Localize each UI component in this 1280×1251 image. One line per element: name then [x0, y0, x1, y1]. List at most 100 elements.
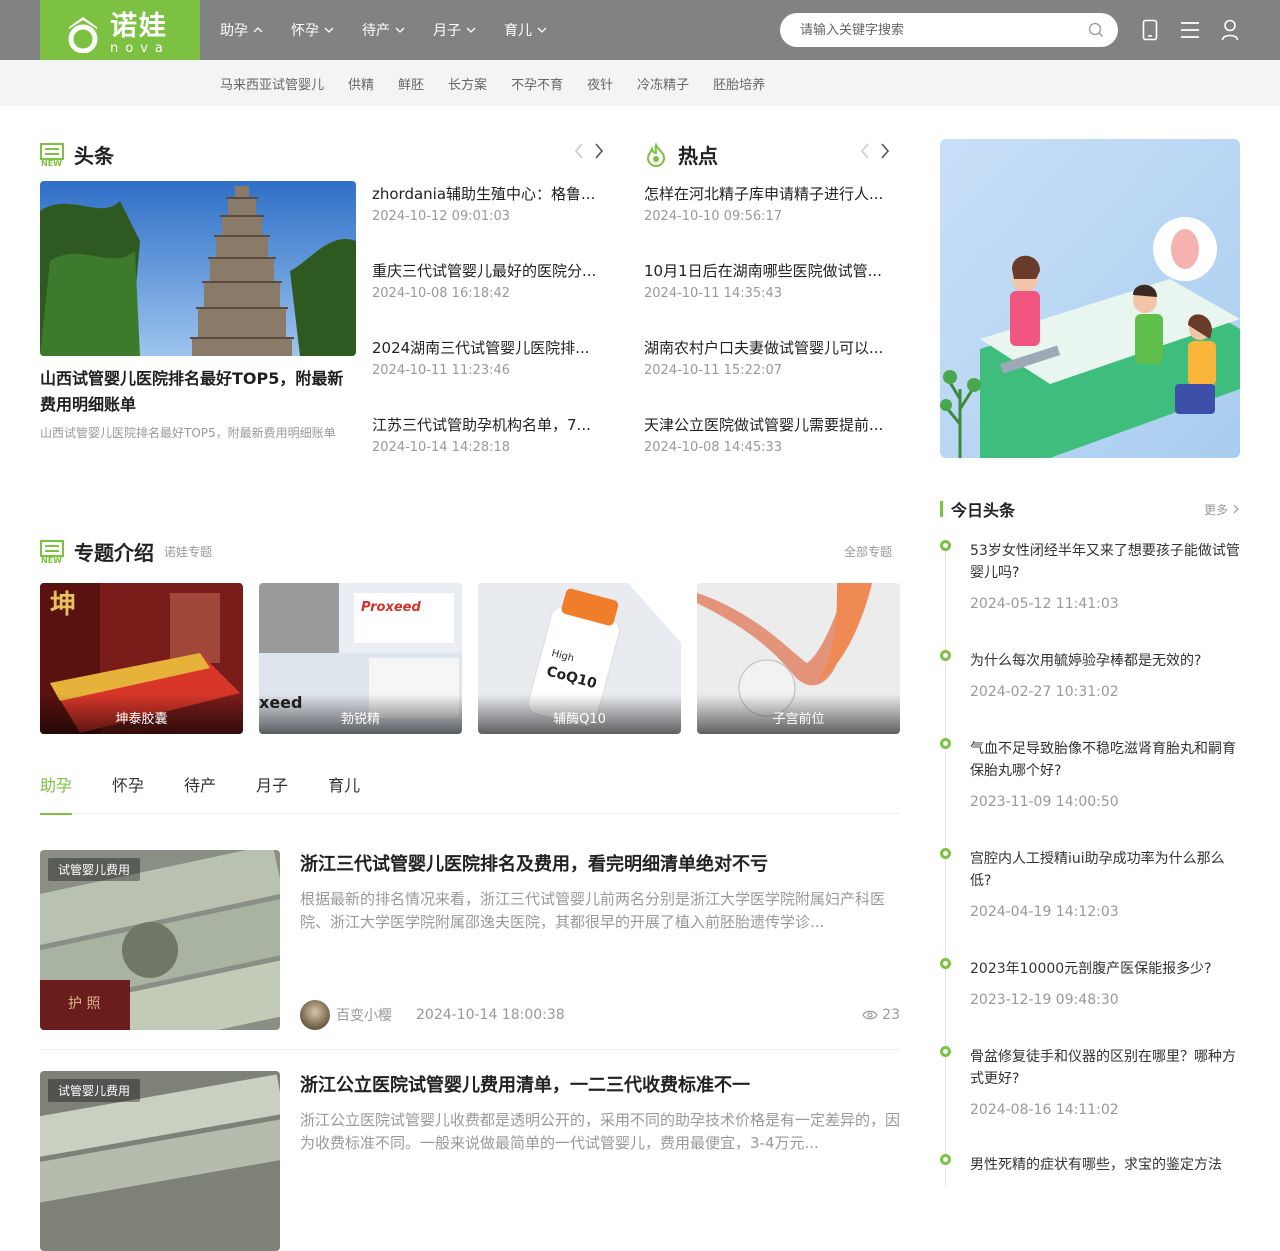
hot-header: 热点 — [644, 140, 718, 169]
item-date: 2023-11-09 14:00:50 — [970, 794, 1119, 810]
menu-icon[interactable] — [1180, 19, 1200, 41]
tab-yuezi[interactable]: 月子 — [256, 766, 288, 814]
article-title[interactable]: 浙江公立医院试管婴儿费用清单，一二三代收费标准不一 — [300, 1071, 750, 1097]
subnav-link[interactable]: 胚胎培养 — [713, 74, 765, 93]
more-link[interactable]: 更多 — [1204, 501, 1240, 518]
tab-huaiyun[interactable]: 怀孕 — [112, 766, 144, 814]
topic-label: 勃锐精 — [259, 694, 462, 734]
svg-text:Proxeed: Proxeed — [361, 600, 421, 615]
item-title: 为什么每次用毓婷验孕棒都是无效的? — [970, 653, 1202, 669]
new-badge-icon: NEW — [40, 142, 64, 167]
chevron-right-icon — [1233, 504, 1239, 514]
topic-label: 辅酶Q10 — [478, 694, 681, 734]
list-item[interactable]: 为什么每次用毓婷验孕棒都是无效的? 2024-02-27 10:31:02 — [940, 650, 1240, 700]
article-author[interactable]: 百变小樱 — [336, 1005, 392, 1025]
category-tabs: 助孕 怀孕 待产 月子 育儿 — [40, 766, 900, 815]
topic-card[interactable]: High CoQ10 辅酶Q10 — [478, 583, 681, 734]
subnav-link[interactable]: 不孕不育 — [511, 74, 563, 93]
chevron-down-icon — [537, 27, 547, 33]
list-item[interactable]: 湖南农村户口夫妻做试管婴儿可以... 2024-10-11 15:22:07 — [644, 335, 900, 412]
article-desc: 根据最新的排名情况来看，浙江三代试管婴儿前两名分别是浙江大学医学院附属妇产科医院… — [300, 890, 886, 931]
svg-text:坤: 坤 — [50, 590, 76, 620]
svg-text:NEW: NEW — [41, 556, 62, 564]
topic-label: 坤泰胶囊 — [40, 694, 243, 734]
topic-card[interactable]: 子宫前位 — [697, 583, 900, 734]
item-date: 2024-10-10 09:56:17 — [644, 209, 783, 224]
timeline-dot — [940, 958, 951, 969]
article-thumbnail[interactable]: 试管婴儿费用 — [40, 1071, 280, 1251]
tab-zhuyun[interactable]: 助孕 — [40, 766, 73, 815]
subnav-link[interactable]: 冷冻精子 — [637, 74, 689, 93]
item-date: 2024-10-11 14:35:43 — [644, 286, 783, 301]
item-date: 2024-10-08 16:18:42 — [372, 286, 511, 301]
item-title: zhordania辅助生殖中心：格鲁... — [372, 185, 596, 203]
list-item[interactable]: 53岁女性闭经半年又来了想要孩子能做试管婴儿吗? 2024-05-12 11:41… — [940, 540, 1240, 612]
svg-text:NEW: NEW — [41, 159, 62, 167]
item-title: 江苏三代试管助孕机构名单，7... — [372, 416, 591, 434]
nav-item-yuezi[interactable]: 月子 — [433, 20, 476, 40]
topic-card[interactable]: 坤 坤泰胶囊 — [40, 583, 243, 734]
list-item[interactable]: 气血不足导致胎像不稳吃滋肾育胎丸和嗣育保胎丸哪个好? 2023-11-09 14:… — [940, 738, 1240, 810]
item-title: 天津公立医院做试管婴儿需要提前... — [644, 416, 884, 434]
subnav-link[interactable]: 鲜胚 — [398, 74, 424, 93]
tab-daichan[interactable]: 待产 — [184, 766, 216, 814]
new-badge-icon: NEW — [40, 539, 64, 564]
list-item[interactable]: 江苏三代试管助孕机构名单，7... 2024-10-14 14:28:18 — [372, 412, 610, 489]
item-date: 2024-08-16 14:11:02 — [970, 1102, 1119, 1118]
item-title: 重庆三代试管婴儿最好的医院分... — [372, 262, 597, 280]
featured-title[interactable]: 山西试管婴儿医院排名最好TOP5，附最新费用明细账单 — [40, 366, 356, 418]
search-icon[interactable] — [1088, 22, 1104, 38]
topic-card[interactable]: Proxeedxeed 勃锐精 — [259, 583, 462, 734]
chevron-down-icon — [324, 27, 334, 33]
item-date: 2024-02-27 10:31:02 — [970, 684, 1119, 700]
nav-label: 待产 — [362, 23, 390, 39]
timeline-dot — [940, 1046, 951, 1057]
avatar[interactable] — [300, 1000, 330, 1030]
featured-desc: 山西试管婴儿医院排名最好TOP5，附最新费用明细账单 — [40, 426, 336, 440]
nav-item-daichan[interactable]: 待产 — [362, 20, 405, 40]
list-item[interactable]: 重庆三代试管婴儿最好的医院分... 2024-10-08 16:18:42 — [372, 258, 610, 335]
subnav-link[interactable]: 长方案 — [448, 74, 487, 93]
item-title: 2023年10000元剖腹产医保能报多少? — [970, 961, 1212, 977]
nav-label: 助孕 — [220, 23, 248, 39]
topics-title: 专题介绍 — [74, 541, 154, 565]
nav-item-yuer[interactable]: 育儿 — [504, 20, 547, 40]
list-item[interactable]: 2023年10000元剖腹产医保能报多少? 2023-12-19 09:48:30 — [940, 958, 1240, 1008]
tab-yuer[interactable]: 育儿 — [328, 766, 360, 814]
list-item[interactable]: 男性死精的症状有哪些，求宝的鉴定方法 — [940, 1154, 1240, 1176]
list-item[interactable]: 怎样在河北精子库申请精子进行人... 2024-10-10 09:56:17 — [644, 181, 900, 258]
next-arrow-icon[interactable] — [880, 143, 890, 163]
search-box — [780, 13, 1118, 47]
article-title[interactable]: 浙江三代试管婴儿医院排名及费用，看完明细清单绝对不亏 — [300, 850, 768, 876]
search-input[interactable] — [800, 22, 1088, 38]
article-meta: 百变小樱 2024-10-14 18:00:38 23 — [300, 1000, 900, 1030]
list-item[interactable]: 天津公立医院做试管婴儿需要提前... 2024-10-08 14:45:33 — [644, 412, 900, 489]
item-title: 53岁女性闭经半年又来了想要孩子能做试管婴儿吗? — [970, 543, 1240, 581]
subnav-link[interactable]: 马来西亚试管婴儿 — [220, 74, 324, 93]
featured-image[interactable] — [40, 181, 356, 356]
list-item[interactable]: 骨盆修复徒手和仪器的区别在哪里？哪种方式更好? 2024-08-16 14:11:… — [940, 1046, 1240, 1118]
mobile-icon[interactable] — [1142, 19, 1158, 41]
chevron-down-icon — [395, 27, 405, 33]
list-item[interactable]: 2024湖南三代试管婴儿医院排... 2024-10-11 11:23:46 — [372, 335, 610, 412]
next-arrow-icon[interactable] — [594, 143, 604, 163]
list-item[interactable]: 宫腔内人工授精iui助孕成功率为什么那么低? 2024-04-19 14:12:0… — [940, 848, 1240, 920]
item-title: 2024湖南三代试管婴儿医院排... — [372, 339, 590, 357]
nav-item-huaiyun[interactable]: 怀孕 — [291, 20, 334, 40]
list-item[interactable]: zhordania辅助生殖中心：格鲁... 2024-10-12 09:01:03 — [372, 181, 610, 258]
article-thumbnail[interactable]: 护 照 试管婴儿费用 — [40, 850, 280, 1030]
site-logo[interactable]: 诺娃 nova — [40, 0, 200, 68]
all-topics-link[interactable]: 全部专题 — [844, 543, 892, 560]
sidebar-title: 今日头条 — [951, 501, 1016, 520]
prev-arrow-icon[interactable] — [574, 143, 584, 163]
view-count-value: 23 — [882, 1007, 900, 1023]
prev-arrow-icon[interactable] — [860, 143, 870, 163]
item-date: 2023-12-19 09:48:30 — [970, 992, 1119, 1008]
subnav-link[interactable]: 夜针 — [587, 74, 613, 93]
nav-item-zhuyun[interactable]: 助孕 — [220, 20, 263, 40]
user-icon[interactable] — [1221, 19, 1239, 41]
subnav-link[interactable]: 供精 — [348, 74, 374, 93]
list-item[interactable]: 10月1日后在湖南哪些医院做试管... 2024-10-11 14:35:43 — [644, 258, 900, 335]
item-date: 2024-10-14 14:28:18 — [372, 440, 511, 455]
side-banner-image[interactable] — [940, 139, 1240, 458]
